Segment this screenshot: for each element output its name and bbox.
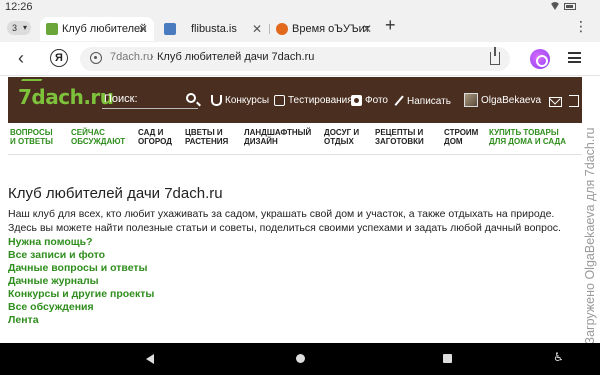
thumbs-up-icon — [274, 95, 285, 106]
nav-write[interactable]: Написать — [394, 95, 451, 107]
site-search-input[interactable]: Поиск: — [102, 91, 198, 109]
search-label: Поиск: — [104, 93, 138, 105]
section-links: Все записи и фото Дачные вопросы и ответ… — [8, 249, 154, 327]
category-shop[interactable]: КУПИТЬ ТОВАРЫ ДЛЯ ДОМА И САДА — [489, 128, 566, 146]
category-garden[interactable]: САД И ОГОРОД — [138, 128, 172, 146]
category-recipes[interactable]: РЕЦЕПТЫ И ЗАГОТОВКИ — [375, 128, 424, 146]
tab-overflow-icon[interactable]: ⋮ — [574, 18, 588, 35]
wifi-icon — [550, 2, 560, 10]
menu-icon[interactable] — [568, 52, 581, 63]
tab-title: Время оЪУЪит — [292, 23, 370, 35]
tab-7dach[interactable]: Клуб любителей ✕ — [40, 17, 154, 41]
tab-flibusta[interactable]: flibusta.is ✕ — [158, 17, 268, 41]
nav-tests[interactable]: Тестирования — [274, 95, 353, 106]
battery-icon — [564, 2, 576, 10]
nav-photo[interactable]: Фото — [351, 95, 388, 106]
yandex-home-button[interactable]: Я — [50, 49, 68, 67]
system-icons — [550, 2, 576, 10]
close-tab-icon[interactable]: ✕ — [252, 17, 262, 41]
category-qa[interactable]: ВОПРОСЫ И ОТВЕТЫ — [10, 128, 53, 146]
logout-icon — [569, 95, 579, 107]
link-questions[interactable]: Дачные вопросы и ответы — [8, 262, 154, 275]
avatar — [464, 93, 478, 107]
logo-text: 7dach.ru — [18, 85, 114, 109]
tab-title: Клуб любителей — [62, 23, 147, 35]
system-back-icon[interactable] — [146, 354, 154, 364]
url-separator: › — [150, 51, 154, 63]
trophy-icon — [211, 95, 222, 106]
watermark-text: Загружено OlgaBekaeva для 7dach.ru — [583, 127, 597, 345]
alice-assistant-icon[interactable] — [530, 49, 550, 69]
status-bar: 12:26 — [0, 0, 600, 14]
clock: 12:26 — [5, 1, 33, 13]
mail-icon — [549, 97, 562, 107]
tab-strip: 3 ▾ Клуб любителей ✕ flibusta.is ✕ Время … — [0, 14, 600, 42]
nav-label: Тестирования — [288, 95, 353, 106]
category-building[interactable]: СТРОИМ ДОМ — [444, 128, 478, 146]
watermark: Загружено OlgaBekaeva для 7dach.ru — [581, 100, 599, 372]
chevron-down-icon: ▾ — [22, 23, 27, 32]
tab-switcher-button[interactable]: 3 ▾ — [7, 21, 31, 35]
category-flowers[interactable]: ЦВЕТЫ И РАСТЕНИЯ — [185, 128, 228, 146]
site-logo[interactable]: 7dach.ru — [17, 79, 114, 109]
category-leisure[interactable]: ДОСУГ И ОТДЫХ — [324, 128, 359, 146]
system-recents-icon[interactable] — [443, 354, 452, 363]
site-favicon-icon — [276, 23, 288, 35]
intro-text: Наш клуб для всех, кто любит ухаживать з… — [8, 207, 578, 249]
address-bar[interactable]: 7dach.ru › Клуб любителей дачи 7dach.ru — [80, 47, 510, 71]
link-feed[interactable]: Лента — [8, 314, 154, 327]
link-contests[interactable]: Конкурсы и другие проекты — [8, 288, 154, 301]
close-tab-icon[interactable]: ✕ — [138, 17, 148, 41]
site-info-icon[interactable] — [90, 52, 102, 64]
back-icon[interactable]: ‹ — [18, 48, 24, 69]
help-link[interactable]: Нужна помощь? — [8, 236, 92, 248]
pencil-icon — [394, 95, 405, 107]
camera-icon — [351, 95, 362, 106]
nav-profile[interactable]: OlgaBekaeva — [464, 93, 541, 107]
category-landscape[interactable]: ЛАНДШАФТНЫЙ ДИЗАЙН — [244, 128, 311, 146]
nav-label: Фото — [365, 95, 388, 106]
site-header: 7dach.ru Поиск: Конкурсы Тестирования Фо… — [8, 77, 582, 123]
system-home-icon[interactable] — [296, 354, 305, 363]
nav-contests[interactable]: Конкурсы — [211, 95, 269, 106]
close-tab-icon[interactable]: ✕ — [362, 17, 372, 41]
accessibility-icon[interactable]: ♿ — [553, 350, 564, 364]
link-journals[interactable]: Дачные журналы — [8, 275, 154, 288]
category-menu: ВОПРОСЫ И ОТВЕТЫ СЕЙЧАС ОБСУЖДАЮТ САД И … — [8, 123, 582, 155]
browser-toolbar: ‹ Я 7dach.ru › Клуб любителей дачи 7dach… — [0, 42, 600, 76]
link-discussions[interactable]: Все обсуждения — [8, 301, 154, 314]
site-favicon-icon — [164, 23, 176, 35]
new-tab-button[interactable]: + — [385, 15, 396, 36]
site-favicon-icon — [46, 23, 58, 35]
messages-button[interactable] — [549, 97, 562, 107]
tab-title: flibusta.is — [191, 23, 237, 35]
share-icon[interactable] — [490, 47, 500, 65]
system-navigation-bar: ♿ — [0, 343, 600, 375]
logout-button[interactable] — [569, 95, 579, 107]
nav-label: OlgaBekaeva — [481, 94, 542, 106]
category-discussed-now[interactable]: СЕЙЧАС ОБСУЖДАЮТ — [71, 128, 125, 146]
page-title: Клуб любителей дачи 7dach.ru — [8, 185, 223, 202]
url-domain: 7dach.ru — [110, 51, 153, 63]
url-page-title: Клуб любителей дачи 7dach.ru — [157, 51, 315, 63]
link-all-posts[interactable]: Все записи и фото — [8, 249, 154, 262]
tab-vremya[interactable]: Время оЪУЪит ✕ — [270, 17, 378, 41]
tab-count: 3 — [12, 23, 18, 33]
search-icon[interactable] — [186, 93, 196, 103]
intro-body: Наш клуб для всех, кто любит ухаживать з… — [8, 208, 561, 234]
nav-label: Написать — [407, 95, 451, 107]
nav-label: Конкурсы — [225, 95, 270, 106]
